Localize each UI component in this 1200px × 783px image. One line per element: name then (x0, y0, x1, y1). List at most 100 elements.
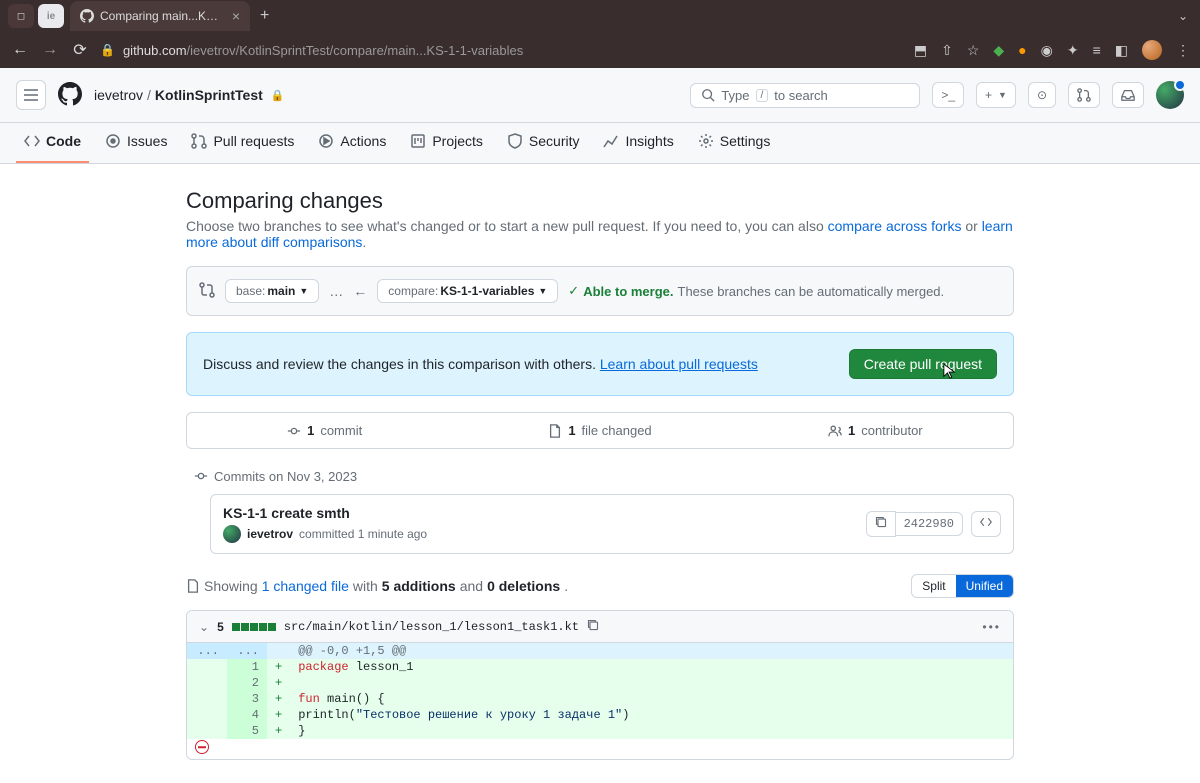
bookmark-star-icon[interactable]: ☆ (967, 42, 980, 59)
diff-file-menu-button[interactable]: ••• (982, 620, 1001, 634)
private-lock-icon: 🔒 (271, 89, 285, 102)
browser-toolbar: ← → ⟳ 🔒 github.com/ievetrov/KotlinSprint… (0, 32, 1200, 68)
caret-down-icon: ▼ (538, 286, 547, 296)
tab-icon-2[interactable]: ie (38, 4, 64, 28)
nav-code[interactable]: Code (16, 123, 89, 163)
commit-icon (287, 424, 301, 438)
browser-profile-avatar[interactable] (1142, 40, 1162, 60)
notifications-button[interactable] (1112, 82, 1144, 108)
copy-path-button[interactable] (587, 619, 599, 634)
extension-flame-icon[interactable]: ● (1018, 42, 1026, 58)
nav-settings[interactable]: Settings (690, 123, 779, 163)
chevron-down-icon[interactable]: ⌄ (199, 620, 209, 634)
copy-icon (587, 619, 599, 631)
projects-icon (410, 133, 426, 149)
learn-pr-link[interactable]: Learn about pull requests (600, 356, 758, 372)
actions-icon (318, 133, 334, 149)
create-new-button[interactable]: +▼ (976, 82, 1016, 108)
notion-tab-icon[interactable]: ◻ (8, 4, 34, 28)
nav-pull-requests[interactable]: Pull requests (183, 123, 302, 163)
stat-commits[interactable]: 1 commit (187, 413, 462, 448)
commit-sha-link[interactable]: 2422980 (896, 512, 963, 536)
breadcrumb: ievetrov / KotlinSprintTest 🔒 (94, 87, 284, 103)
base-branch-selector[interactable]: base: main ▼ (225, 279, 319, 303)
compare-branch-selector[interactable]: compare: KS-1-1-variables ▼ (377, 279, 558, 303)
share-icon[interactable]: ⇧ (941, 42, 953, 59)
nav-security[interactable]: Security (499, 123, 588, 163)
ellipsis-separator: … (329, 283, 343, 299)
split-view-button[interactable]: Split (912, 575, 955, 597)
close-tab-icon[interactable]: × (232, 8, 240, 24)
reload-button[interactable]: ⟳ (70, 40, 90, 60)
stat-files[interactable]: 1 file changed (462, 413, 737, 448)
hamburger-icon (23, 87, 39, 103)
github-logo-icon (58, 82, 82, 106)
diff-line: 2+ (187, 675, 1013, 691)
hamburger-menu-button[interactable] (16, 80, 46, 110)
panel-icon[interactable]: ◧ (1115, 42, 1128, 59)
file-icon (548, 424, 562, 438)
issues-icon (105, 133, 121, 149)
command-palette-button[interactable]: >_ (932, 82, 964, 108)
diff-file: ⌄ 5 src/main/kotlin/lesson_1/lesson1_tas… (186, 610, 1014, 760)
git-pr-icon (1077, 88, 1091, 102)
user-avatar[interactable] (1156, 81, 1184, 109)
diff-filename[interactable]: src/main/kotlin/lesson_1/lesson1_task1.k… (284, 620, 579, 634)
install-icon[interactable]: ⬒ (914, 42, 927, 59)
create-pr-prompt: Discuss and review the changes in this c… (186, 332, 1014, 396)
diff-line: 4+ println("Тестовое решение к уроку 1 з… (187, 707, 1013, 723)
breadcrumb-owner[interactable]: ievetrov (94, 87, 143, 103)
compare-forks-link[interactable]: compare across forks (828, 218, 962, 234)
pull-requests-button[interactable] (1068, 82, 1100, 108)
browse-code-button[interactable] (971, 511, 1001, 537)
copy-sha-button[interactable] (866, 511, 896, 537)
diff-line: 5+ } (187, 723, 1013, 739)
compare-stats: 1 commit 1 file changed 1 contributor (186, 412, 1014, 449)
nav-insights[interactable]: Insights (595, 123, 681, 163)
browser-toolbar-icons: ⬒ ⇧ ☆ ◆ ● ◉ ✦ ≡ ◧ ⋮ (914, 40, 1190, 60)
diff-line: 1+ package lesson_1 (187, 659, 1013, 675)
commit-author-avatar[interactable] (223, 525, 241, 543)
repo-nav: Code Issues Pull requests Actions Projec… (0, 123, 1200, 164)
code-icon (24, 133, 40, 149)
commit-actions: 2422980 (866, 511, 1001, 537)
extension-shield-icon[interactable]: ◆ (993, 42, 1004, 59)
browser-chrome: ◻ ie Comparing main...KS-1-1-var × + ⌄ ←… (0, 0, 1200, 68)
diff-hunk-header: ...... @@ -0,0 +1,5 @@ (187, 643, 1013, 659)
pr-prompt-text: Discuss and review the changes in this c… (203, 356, 758, 372)
github-logo[interactable] (58, 82, 82, 109)
inbox-icon (1121, 88, 1135, 102)
stat-contributors[interactable]: 1 contributor (738, 413, 1013, 448)
arrow-left-icon: ← (353, 283, 367, 299)
diff-table: ...... @@ -0,0 +1,5 @@ 1+ package lesson… (187, 643, 1013, 759)
lock-icon: 🔒 (100, 43, 115, 57)
kebab-menu-icon[interactable]: ⋮ (1176, 42, 1190, 59)
search-input[interactable]: Type / to search (690, 83, 920, 108)
address-bar[interactable]: 🔒 github.com/ievetrov/KotlinSprintTest/c… (100, 43, 904, 58)
chevron-down-icon[interactable]: ⌄ (1178, 9, 1188, 23)
compare-branches-bar: base: main ▼ … ← compare: KS-1-1-variabl… (186, 266, 1014, 316)
diff-summary-text: Showing 1 changed file with 5 additions … (186, 578, 568, 594)
nav-actions[interactable]: Actions (310, 123, 394, 163)
menu-icon[interactable]: ≡ (1093, 42, 1101, 58)
extension-icon-1[interactable]: ◉ (1041, 42, 1053, 59)
terminal-icon: >_ (941, 88, 955, 102)
breadcrumb-repo[interactable]: KotlinSprintTest (155, 87, 263, 103)
unified-view-button[interactable]: Unified (956, 575, 1013, 597)
back-button[interactable]: ← (10, 41, 30, 59)
forward-button: → (40, 41, 60, 59)
breadcrumb-separator: / (147, 87, 151, 103)
browser-tab-strip: ◻ ie Comparing main...KS-1-1-var × + ⌄ (0, 0, 1200, 32)
extensions-puzzle-icon[interactable]: ✦ (1067, 42, 1079, 59)
changed-files-link[interactable]: 1 changed file (262, 578, 349, 594)
create-pull-request-button[interactable]: Create pull request (849, 349, 997, 379)
commit-title[interactable]: KS-1-1 create smth (223, 505, 427, 521)
active-browser-tab[interactable]: Comparing main...KS-1-1-var × (70, 1, 250, 31)
no-newline-marker (187, 739, 1013, 759)
commit-author-link[interactable]: ievetrov (247, 527, 293, 541)
new-tab-button[interactable]: + (260, 7, 269, 25)
nav-issues[interactable]: Issues (97, 123, 175, 163)
nav-projects[interactable]: Projects (402, 123, 491, 163)
browser-tab-title: Comparing main...KS-1-1-var (100, 9, 222, 23)
issues-button[interactable]: ⊙ (1028, 82, 1056, 108)
